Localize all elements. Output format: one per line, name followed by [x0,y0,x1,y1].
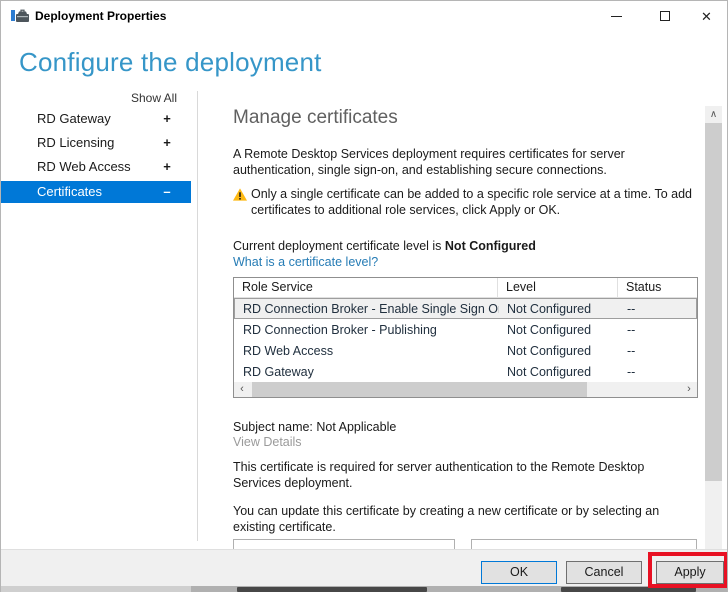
column-role-service[interactable]: Role Service [234,278,498,297]
background-window-strip [1,586,727,592]
maximize-button[interactable] [642,1,687,31]
scroll-right-icon[interactable]: › [681,382,697,397]
certificate-required-text: This certificate is required for server … [233,460,645,490]
close-button[interactable]: ✕ [684,1,727,31]
collapse-icon[interactable]: – [159,181,175,203]
certificates-table: Role Service Level Status RD Connection … [233,277,698,398]
table-row[interactable]: RD Gateway Not Configured -- [234,361,697,382]
table-header: Role Service Level Status [234,278,697,298]
maximize-icon [659,11,670,21]
cell-role-service: RD Connection Broker - Enable Single Sig… [243,302,499,316]
warning-icon [233,188,247,201]
section-title: Manage certificates [233,107,398,128]
sidebar-item-rd-licensing[interactable]: RD Licensing + [1,132,191,154]
scroll-left-icon[interactable]: ‹ [234,382,250,397]
cell-level: Not Configured [507,323,592,337]
vertical-scrollbar[interactable]: ∧ ∨ [705,106,722,561]
sidebar-item-rd-web-access[interactable]: RD Web Access + [1,156,191,178]
table-row[interactable]: RD Connection Broker - Publishing Not Co… [234,319,697,340]
table-row[interactable]: RD Web Access Not Configured -- [234,340,697,361]
certificate-level-help-link[interactable]: What is a certificate level? [233,255,378,269]
minimize-button[interactable] [594,1,639,31]
warning-message: Only a single certificate can be added t… [233,186,695,218]
ok-button[interactable]: OK [481,561,557,584]
level-prefix: Current deployment certificate level is [233,239,445,253]
sidebar-item-label: Certificates [37,184,103,199]
minimize-icon [611,15,622,17]
horizontal-scrollbar-thumb[interactable] [252,382,587,397]
deployment-properties-dialog: Deployment Properties ✕ Configure the de… [0,0,728,592]
cell-role-service: RD Connection Broker - Publishing [243,323,437,337]
level-value: Not Configured [444,239,536,253]
column-status[interactable]: Status [618,278,697,297]
expand-icon[interactable]: + [159,156,175,178]
sidebar-item-label: RD Gateway [37,111,111,126]
table-row[interactable]: RD Connection Broker - Enable Single Sig… [234,298,697,319]
intro-text: A Remote Desktop Services deployment req… [233,147,625,177]
close-icon: ✕ [701,8,712,24]
page-title: Configure the deployment [19,47,322,77]
expand-icon[interactable]: + [159,108,175,130]
show-all-link[interactable]: Show All [1,91,177,105]
view-details-link[interactable]: View Details [233,435,302,449]
sidebar-item-label: RD Web Access [37,159,131,174]
cell-status: -- [627,302,636,316]
cell-role-service: RD Web Access [243,344,334,358]
cancel-button[interactable]: Cancel [566,561,642,584]
sidebar-item-rd-gateway[interactable]: RD Gateway + [1,108,191,130]
subject-name-text: Subject name: Not Applicable [233,420,397,434]
sidebar-item-certificates[interactable]: Certificates – [1,181,191,203]
expand-icon[interactable]: + [159,132,175,154]
warning-text: Only a single certificate can be added t… [251,187,692,217]
cell-level: Not Configured [507,365,592,379]
server-manager-icon [11,9,29,22]
sidebar-item-label: RD Licensing [37,135,115,150]
horizontal-scrollbar[interactable]: ‹ › [234,382,697,397]
sidebar-divider [197,91,198,541]
cell-status: -- [627,344,636,358]
apply-button[interactable]: Apply [656,561,724,584]
vertical-scrollbar-thumb[interactable] [705,123,722,481]
cell-status: -- [627,365,636,379]
cell-level: Not Configured [507,302,592,316]
cell-status: -- [627,323,636,337]
dialog-footer: OK Cancel Apply [1,549,727,586]
scroll-up-icon[interactable]: ∧ [705,106,722,123]
certificate-update-text: You can update this certificate by creat… [233,504,660,534]
cell-role-service: RD Gateway [243,365,314,379]
certificate-level-line: Current deployment certificate level is … [233,239,536,253]
cell-level: Not Configured [507,344,592,358]
window-title: Deployment Properties [35,9,167,23]
column-level[interactable]: Level [498,278,618,297]
title-bar: Deployment Properties ✕ [1,1,727,31]
